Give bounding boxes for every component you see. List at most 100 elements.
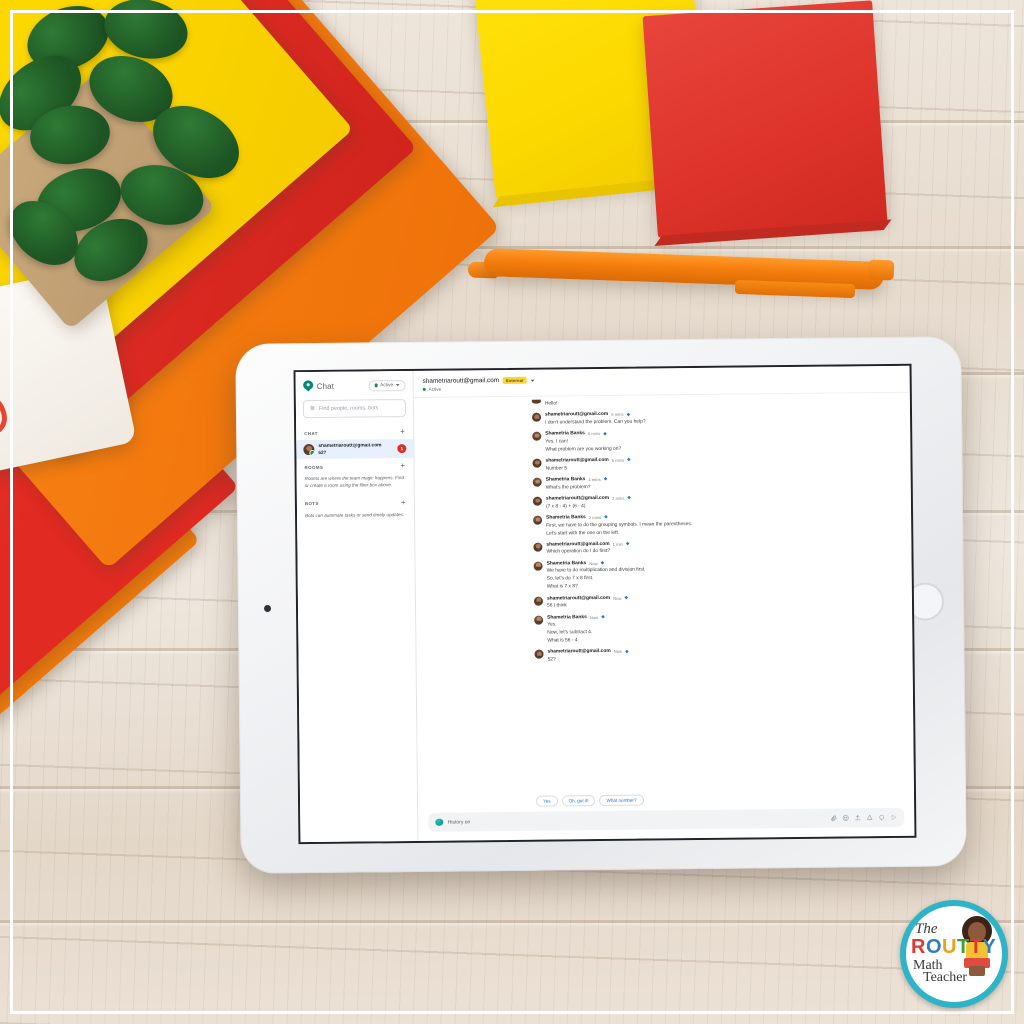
avatar [532,477,542,487]
presence-dot-icon [309,449,315,456]
message-timestamp: Now [613,649,623,655]
screenshot-stage: Chat Active ≣ Find people, rooms, bots C… [0,0,1024,1024]
message-sender: shametriaroutt@gmail.com [545,496,610,502]
avatar [533,561,543,571]
external-marker-icon: ◆ [603,430,607,436]
status-selector[interactable]: Active [368,379,406,391]
avatar [303,443,315,456]
message: shametriaroutt@gmail.com 6 mins ◆ I don't u… [531,409,900,427]
message-sender: Shametria Banks [547,614,587,621]
avatar [534,615,544,625]
emoji-icon[interactable] [842,814,849,821]
avatar [534,650,544,660]
presence-label: Active [428,386,442,392]
section-header-rooms: ROOMS + [296,458,413,474]
section-label-bots: BOTS [304,501,319,507]
quick-reply-chip[interactable]: What number? [599,794,644,807]
message-line: (7 x 8 - 4) + (6 - 4) [545,503,586,510]
message-timestamp: 5 mins [611,458,625,464]
message-body: Shametria Banks Now ◆ We have to do multipl… [547,558,902,592]
message-timestamp: 4 mins [588,477,601,483]
message: Shametria Banks 2 mins ◆ First, we have to … [533,512,901,538]
quick-reply-chip[interactable]: Yes [535,795,558,807]
message-thread[interactable]: Hello! shametriaroutt@gmail.com 6 mins ◆ I … [414,393,914,791]
front-camera [263,604,272,613]
external-marker-icon: ◆ [600,560,605,566]
message-timestamp: 6 mins [611,412,624,418]
quick-reply-chip[interactable]: Oh, got it! [561,795,596,807]
google-chat-app: Chat Active ≣ Find people, rooms, bots C… [295,365,915,843]
message-line: 52? [547,657,556,663]
message: shametriaroutt@gmail.com 2 mins ◆ (7 x 8 - … [532,493,901,511]
page-title: shametriaroutt@gmail.com [422,377,500,385]
message-sender: Shametria Banks [546,515,586,521]
message-timestamp: 1 min [612,541,623,547]
bot-avatar-icon[interactable] [435,818,443,826]
pen-cap [867,259,895,281]
section-label-rooms: ROOMS [304,464,324,470]
avatar [532,496,542,506]
message: Shametria Banks 6 mins ◆ Yes, I can! What pr… [532,428,900,454]
video-meet-icon[interactable] [878,814,885,821]
status-badge-external: External [503,376,527,385]
thread-inner: Hello! shametriaroutt@gmail.com 6 mins ◆ I … [414,397,913,666]
add-bot-plus-icon[interactable]: + [401,498,406,507]
message: Shametria Banks 4 mins ◆ What's the problem… [532,474,901,492]
message-sender: shametriaroutt@gmail.com [545,458,609,464]
brand-label: Chat [316,381,335,391]
add-room-plus-icon[interactable]: + [400,461,405,470]
conversation-panel: shametriaroutt@gmail.com External Active [413,365,915,841]
bots-empty-note: Bots can automate tasks or send timely u… [305,511,405,518]
red-sticky-note [642,0,888,238]
external-marker-icon: ◆ [624,594,629,600]
avatar [532,431,542,442]
message: shametriaroutt@gmail.com 5 mins ◆ Number 5 [532,455,900,473]
rooms-empty-note: Rooms are where the team magic happens. … [304,475,405,488]
message-partial-top: Hello! [531,397,900,409]
avatar [531,399,541,404]
message-timestamp: 2 mins [588,515,602,521]
message-body: Shametria Banks Now ◆ Yes. Now, let's subtra… [547,611,902,645]
upload-icon[interactable] [854,814,861,821]
section-header-bots: BOTS + [297,495,414,511]
drive-icon[interactable] [866,814,873,821]
external-marker-icon: ◆ [625,540,630,546]
message-line: 56 I think [546,603,567,609]
section-label-chat: CHAT [304,430,318,436]
external-marker-icon: ◆ [626,411,631,417]
message-input[interactable]: History on [448,815,826,825]
message: shametriaroutt@gmail.com Now ◆ 52? [534,646,902,664]
status-label: Active [380,382,394,388]
sidebar-item-chat-shametriaroutt[interactable]: shametriaroutt@gmail.com 52? 1 [296,438,414,460]
chevron-down-icon [395,384,400,387]
message-body: Shametria Banks 6 mins ◆ Yes, I can! What pr… [545,428,900,454]
compose-bar[interactable]: History on [428,807,905,832]
active-dot-icon [374,383,378,388]
message-body: Hello! [545,397,900,409]
sidebar-header: Chat Active [296,371,413,398]
attachment-icon[interactable] [830,815,837,822]
search-box[interactable]: ≣ Find people, rooms, bots [302,399,407,419]
send-icon[interactable] [890,814,897,821]
message-line: Hello! [544,401,558,407]
avatar [532,458,542,468]
section-header-chat: CHAT + [296,424,413,440]
message-sender: shametriaroutt@gmail.com [546,595,611,602]
message-body: shametriaroutt@gmail.com 5 mins ◆ Number 5 [545,455,900,473]
message-sender: Shametria Banks [545,431,585,437]
message-timestamp: Now [589,560,598,566]
message-sender: Shametria Banks [546,561,587,567]
message-timestamp: Now [613,595,622,601]
logo-line-teacher: Teacher [923,970,968,985]
external-marker-icon: ◆ [601,613,605,619]
avatar [533,596,543,606]
external-marker-icon: ◆ [625,648,629,654]
message-line: What's the problem? [545,484,591,491]
message: Shametria Banks Now ◆ We have to do multipl… [533,558,902,592]
avatar [533,542,543,552]
sidebar: Chat Active ≣ Find people, rooms, bots C… [295,370,419,843]
message: shametriaroutt@gmail.com 1 min ◆ Which oper… [533,539,901,557]
message-sender: shametriaroutt@gmail.com [546,541,610,548]
chevron-down-icon[interactable] [530,379,535,382]
add-chat-plus-icon[interactable]: + [400,427,405,436]
